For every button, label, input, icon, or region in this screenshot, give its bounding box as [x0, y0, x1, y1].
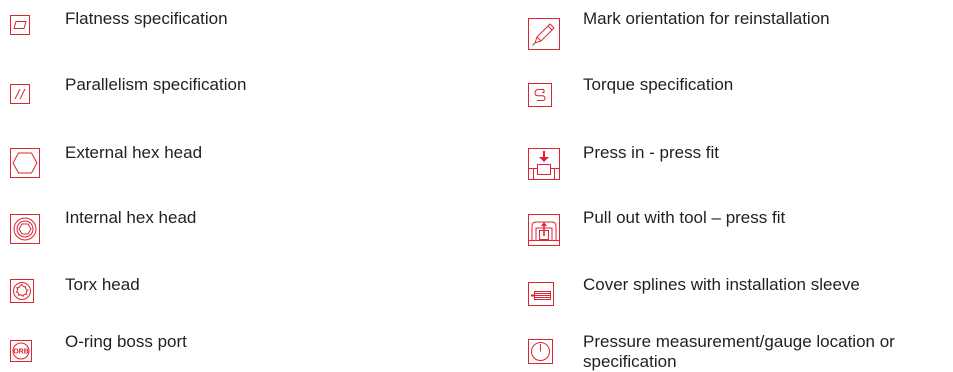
legend-label: Cover splines with installation sleeve	[583, 275, 860, 294]
legend-label: Parallelism specification	[65, 75, 247, 94]
symbol-legend: Flatness specification Parallelism speci…	[0, 0, 953, 371]
legend-label: Torx head	[65, 275, 140, 294]
orb-icon-text: ORB	[13, 349, 29, 356]
pressure-gauge-icon	[528, 339, 553, 364]
parallelism-icon	[10, 84, 30, 104]
legend-label: Torque specification	[583, 75, 734, 94]
pull-out-tool-icon	[528, 214, 560, 246]
legend-label: Pull out with tool – press fit	[583, 208, 786, 227]
flatness-icon	[10, 15, 30, 35]
legend-label: Pressure measurement/gauge location or s…	[583, 332, 895, 371]
pencil-mark-icon	[528, 18, 560, 50]
installation-sleeve-icon	[528, 282, 554, 306]
legend-label: Internal hex head	[65, 208, 197, 227]
external-hex-head-icon	[10, 148, 40, 178]
torx-head-icon	[10, 279, 34, 303]
legend-label: Press in - press fit	[583, 143, 720, 162]
press-in-icon	[528, 148, 560, 180]
legend-label: O-ring boss port	[65, 332, 187, 351]
o-ring-boss-port-icon: ORB	[10, 340, 32, 362]
internal-hex-head-icon	[10, 214, 40, 244]
legend-label: Flatness specification	[65, 9, 228, 28]
torque-wrench-icon	[528, 83, 552, 107]
legend-label: Mark orientation for reinstallation	[583, 9, 830, 28]
legend-label: External hex head	[65, 143, 203, 162]
